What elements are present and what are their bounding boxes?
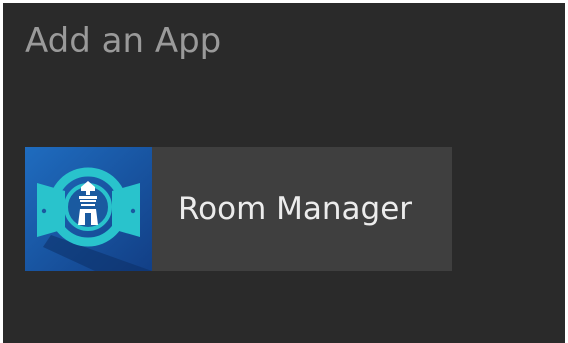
panel-title: Add an App xyxy=(25,21,222,61)
app-label: Room Manager xyxy=(178,191,413,227)
app-tile-room-manager[interactable]: Room Manager xyxy=(25,147,452,271)
room-manager-icon xyxy=(25,147,152,271)
add-app-panel: Add an App Room Manager xyxy=(3,3,565,343)
